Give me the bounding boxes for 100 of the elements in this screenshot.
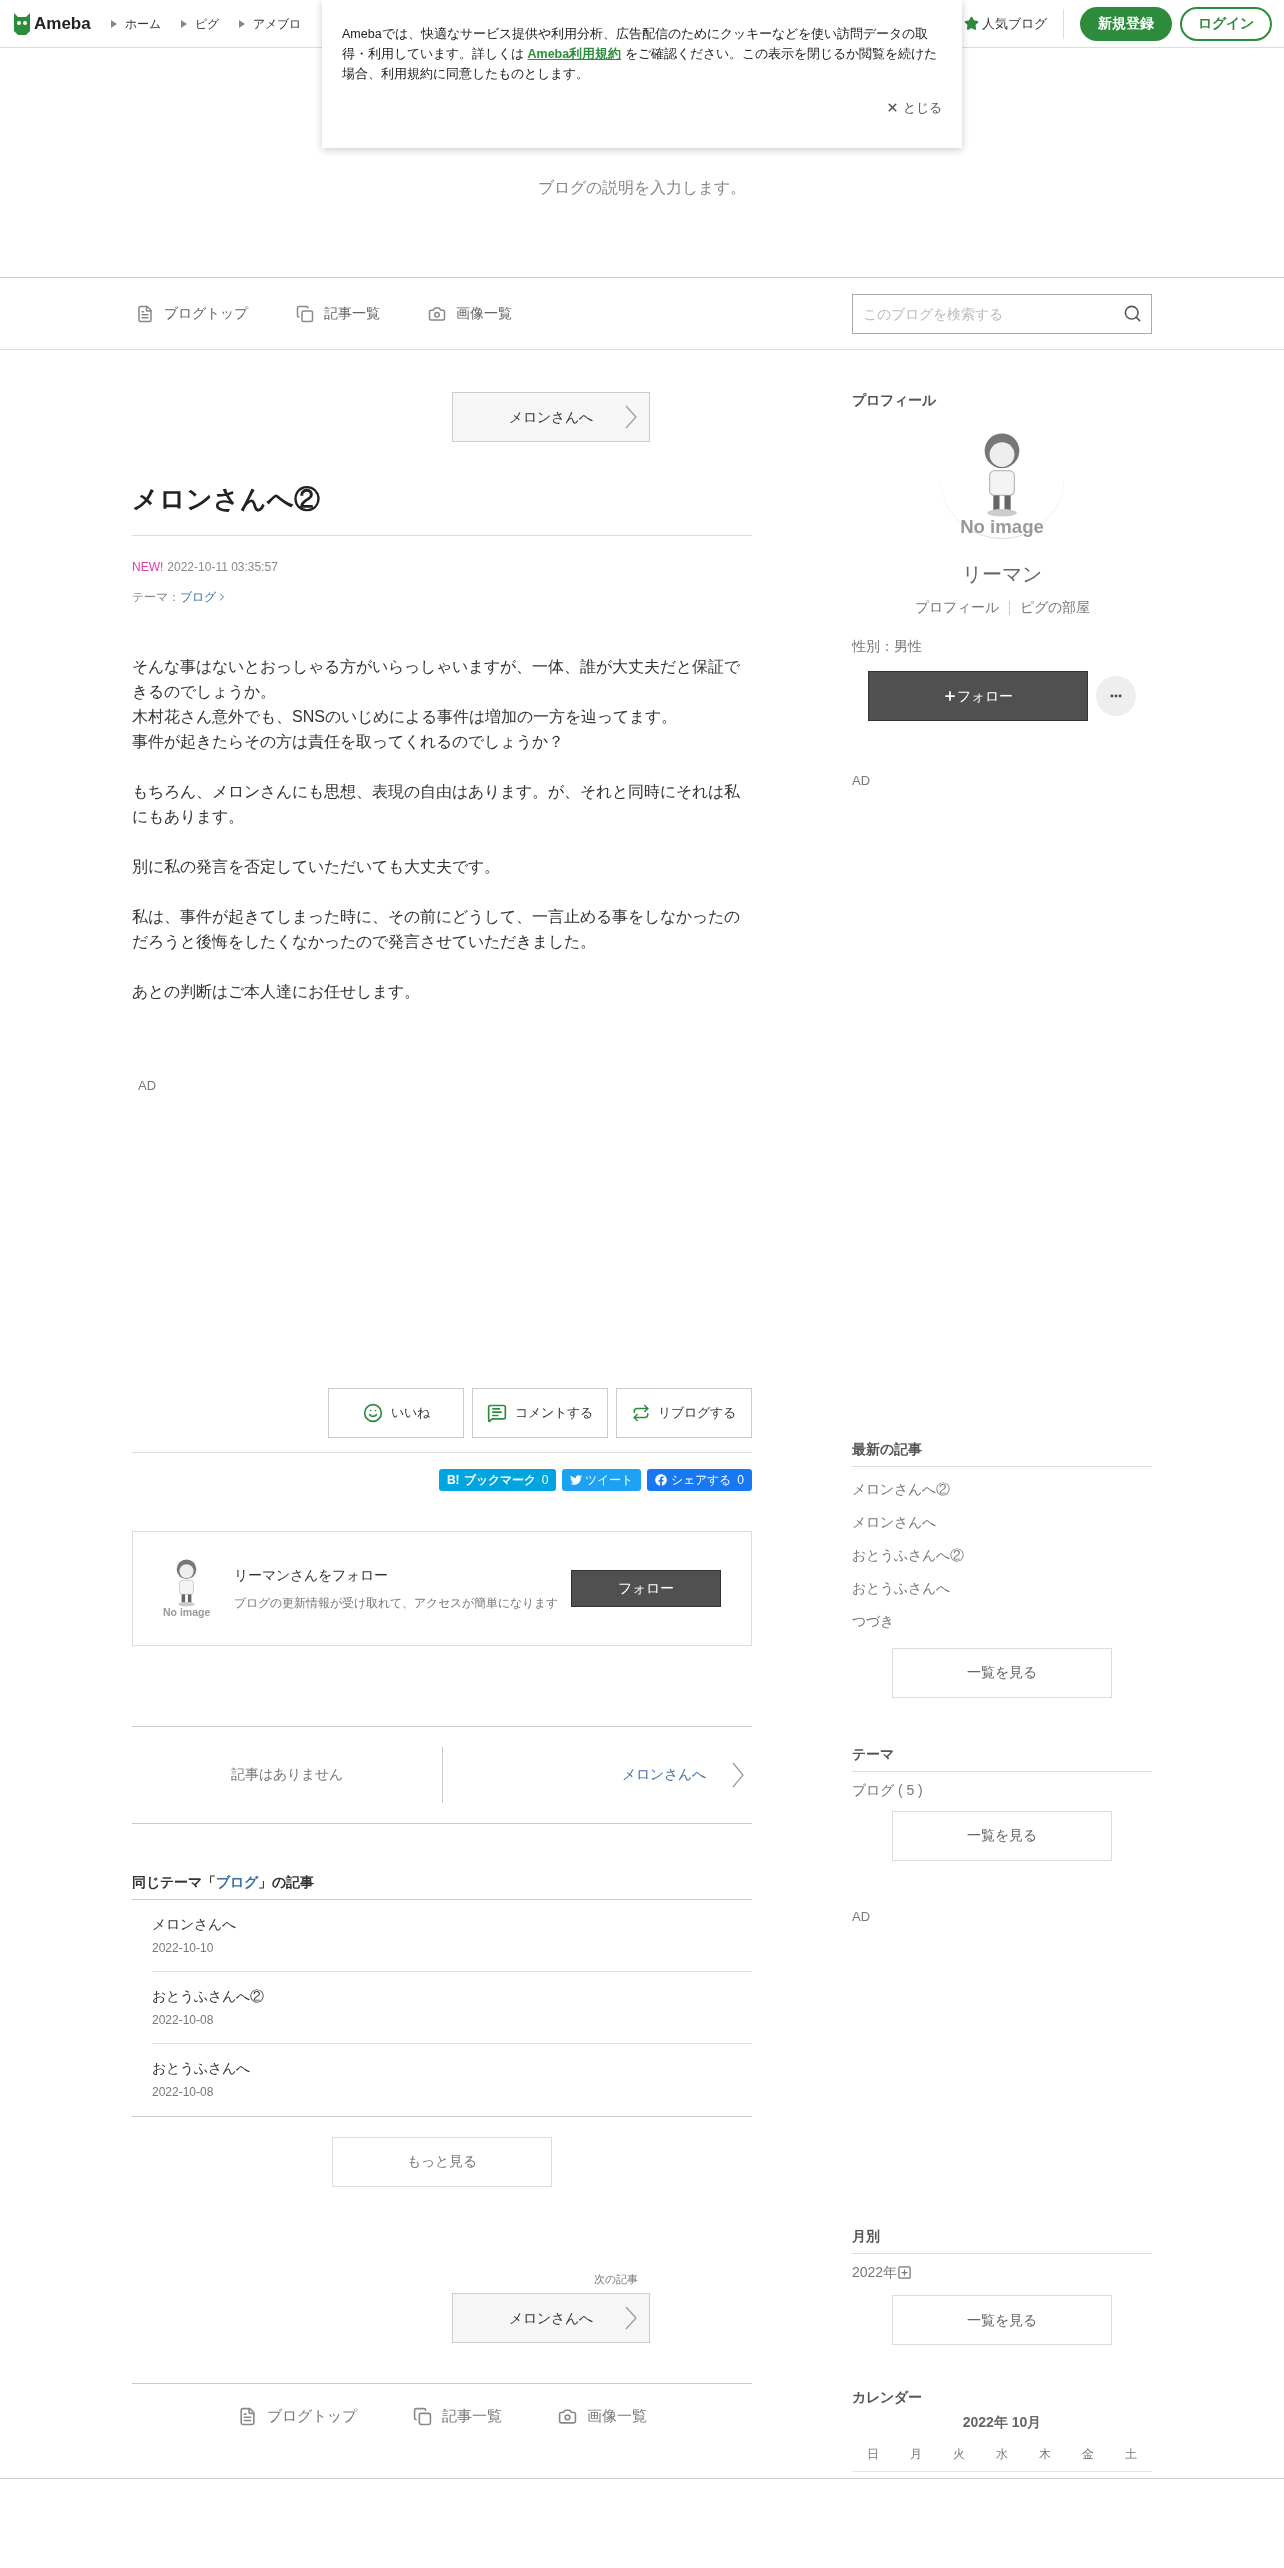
- section-heading: テーマ: [852, 1743, 1152, 1772]
- plus-icon: [943, 689, 957, 703]
- view-all-button[interactable]: 一覧を見る: [892, 1810, 1112, 1861]
- copy-icon: [296, 304, 314, 323]
- avatar-caption: No image: [163, 1607, 211, 1618]
- more-options-button[interactable]: [1096, 676, 1136, 716]
- reblog-icon: [632, 1403, 650, 1422]
- weekday-label: 金: [1080, 2446, 1095, 2463]
- view-all-button[interactable]: 一覧を見る: [892, 2295, 1112, 2345]
- year-link[interactable]: 2022年: [852, 2262, 898, 2283]
- same-theme-heading: 同じテーマ「ブログ」の記事: [132, 1871, 752, 1900]
- camera-icon: [557, 2407, 577, 2426]
- related-article-item[interactable]: おとうふさんへ 2022-10-08: [152, 2043, 752, 2116]
- recent-article-link[interactable]: おとうふさんへ: [852, 1577, 1152, 1599]
- facebook-icon: [655, 1473, 668, 1486]
- follow-button[interactable]: フォロー: [571, 1569, 721, 1607]
- section-heading: 最新の記事: [852, 1438, 1152, 1467]
- weekday-label: 木: [1037, 2446, 1052, 2463]
- document-icon: [237, 2407, 257, 2426]
- logo[interactable]: Ameba: [34, 10, 91, 37]
- recent-article-link[interactable]: メロンさんへ②: [852, 1478, 1152, 1500]
- close-icon: [886, 101, 899, 115]
- follow-button[interactable]: フォロー: [868, 671, 1088, 721]
- reaction-button[interactable]: コメントする: [472, 1387, 608, 1438]
- footer-nav-link[interactable]: 記事一覧: [412, 2405, 502, 2428]
- related-article-item[interactable]: メロンさんへ 2022-10-10: [152, 1899, 752, 1972]
- blog-nav-link[interactable]: 画像一覧: [428, 303, 512, 324]
- new-label: NEW!: [132, 559, 164, 576]
- document-icon: [136, 304, 154, 323]
- footer-nav-link[interactable]: ブログトップ: [237, 2405, 357, 2428]
- recent-article-link[interactable]: おとうふさんへ②: [852, 1544, 1152, 1566]
- reaction-button[interactable]: いいね: [328, 1387, 464, 1438]
- caret-icon: [110, 19, 117, 28]
- follow-card-title: リーマンさんをフォロー: [234, 1565, 390, 1585]
- share-button[interactable]: シェアする 0: [647, 1468, 752, 1491]
- terms-link[interactable]: Ameba利用規約: [527, 47, 622, 61]
- cookie-notice-text: Amebaでは、快適なサービス提供や利用分析、広告配信のためにクッキーなどを使い訪問データの取得・利用しています。詳しくは Ameba利用規約 をご確認ください。この表示を閉じるか閲覧を続けた場合、利用規約に同意したものとします。: [342, 26, 938, 83]
- weekday-label: 火: [952, 2446, 967, 2463]
- weekday-label: 月: [909, 2446, 924, 2463]
- next-article-link[interactable]: メロンさんへ: [443, 1761, 752, 1788]
- article-paragraph: もちろん、メロンさんにも思想、表現の自由はあります。が、それと同時にそれは私にもあります。: [132, 782, 741, 827]
- article-paragraph: あとの判断はご本人達にお任せします。: [132, 982, 421, 1002]
- mascot-icon: [12, 10, 32, 37]
- calendar-heading: カレンダー: [852, 2388, 923, 2407]
- signup-button[interactable]: 新規登録: [1080, 6, 1172, 41]
- ad-label: AD: [852, 772, 872, 790]
- next-article-button[interactable]: メロンさんへ: [452, 2293, 650, 2343]
- theme-label: テーマ：: [132, 589, 180, 606]
- bird-icon: [570, 1473, 583, 1486]
- blog-nav-link[interactable]: 記事一覧: [296, 303, 380, 324]
- chevron-icon: [625, 405, 637, 429]
- blog-nav-link[interactable]: ブログトップ: [136, 303, 248, 324]
- nav-link[interactable]: アメブロ: [238, 14, 301, 33]
- post-date: 2022-10-11 03:35:57: [167, 559, 278, 576]
- caret-icon: [238, 19, 245, 28]
- camera-icon: [428, 304, 446, 323]
- section-heading: 月別: [852, 2226, 1152, 2254]
- next-article-label: 次の記事: [593, 2271, 639, 2287]
- footer-nav-link[interactable]: 画像一覧: [557, 2405, 647, 2428]
- chevron-icon: [625, 2306, 637, 2330]
- profile-heading: プロフィール: [852, 391, 937, 410]
- profile-name: リーマン: [961, 562, 1043, 587]
- recent-article-link[interactable]: メロンさんへ: [852, 1511, 1152, 1533]
- calendar-month: 2022年 10月: [961, 2413, 1043, 2432]
- copy-icon: [412, 2407, 432, 2426]
- search-field[interactable]: このブログを検索する: [852, 293, 1152, 334]
- more-button[interactable]: もっと見る: [332, 2136, 552, 2187]
- nav-link[interactable]: ピグ: [180, 14, 219, 33]
- star-icon: [964, 16, 979, 31]
- theme-link[interactable]: ブログ: [216, 1873, 258, 1890]
- follow-card-description: ブログの更新情報が受け取れて、アクセスが簡単になります: [234, 1594, 560, 1612]
- blog-description: ブログの説明を入力します。: [538, 178, 746, 198]
- article-paragraph: そんな事はないとおっしゃる方がいらっしゃいますが、一体、誰が大丈夫だと保証できるのでしょうか。 木村花さん意外でも、SNSのいじめによる事件は増加の一方を辿ってます。 事件が起きたらその方は責任を取ってくれるのでしょうか？: [132, 657, 741, 752]
- close-button[interactable]: とじる: [886, 98, 942, 118]
- recent-article-link[interactable]: つづき: [852, 1610, 1152, 1632]
- search-icon: [1123, 303, 1142, 323]
- article-paragraph: 私は、事件が起きてしまった時に、その前にどうして、一言止める事をしなかったのだろうと後悔をしたくなかったので発言させていただきました。: [132, 907, 741, 952]
- ad-label: AD: [852, 1907, 872, 1926]
- weekday-label: 日: [866, 2446, 881, 2463]
- caret-icon: [180, 19, 187, 28]
- avatar-caption: No image: [960, 517, 1044, 537]
- login-button[interactable]: ログイン: [1180, 6, 1272, 41]
- nav-link[interactable]: ホーム: [110, 14, 161, 33]
- theme-link[interactable]: ブログ: [180, 588, 228, 606]
- reaction-button[interactable]: リブログする: [616, 1387, 752, 1438]
- article-title: メロンさんへ②: [132, 480, 752, 536]
- previous-article-button[interactable]: メロンさんへ: [452, 392, 650, 442]
- article-paragraph: 別に私の発言を否定していただいても大丈夫です。: [132, 857, 501, 877]
- theme-link[interactable]: ブログ ( 5 ): [852, 1779, 1152, 1801]
- bookmark-logo: B!: [446, 1471, 460, 1489]
- profile-link[interactable]: ピグの部屋: [1019, 597, 1090, 618]
- view-all-button[interactable]: 一覧を見る: [892, 1647, 1112, 1698]
- profile-link[interactable]: プロフィール: [914, 597, 999, 618]
- weekday-label: 土: [1123, 2446, 1138, 2463]
- profile-gender: 性別：男性: [852, 637, 923, 656]
- popular-blogs-link[interactable]: 人気ブログ: [964, 13, 1047, 34]
- related-article-item[interactable]: おとうふさんへ② 2022-10-08: [152, 1971, 752, 2044]
- no-previous-article-text: 記事はありません: [230, 1765, 344, 1784]
- expand-icon: [897, 2265, 913, 2280]
- weekday-label: 水: [995, 2446, 1009, 2463]
